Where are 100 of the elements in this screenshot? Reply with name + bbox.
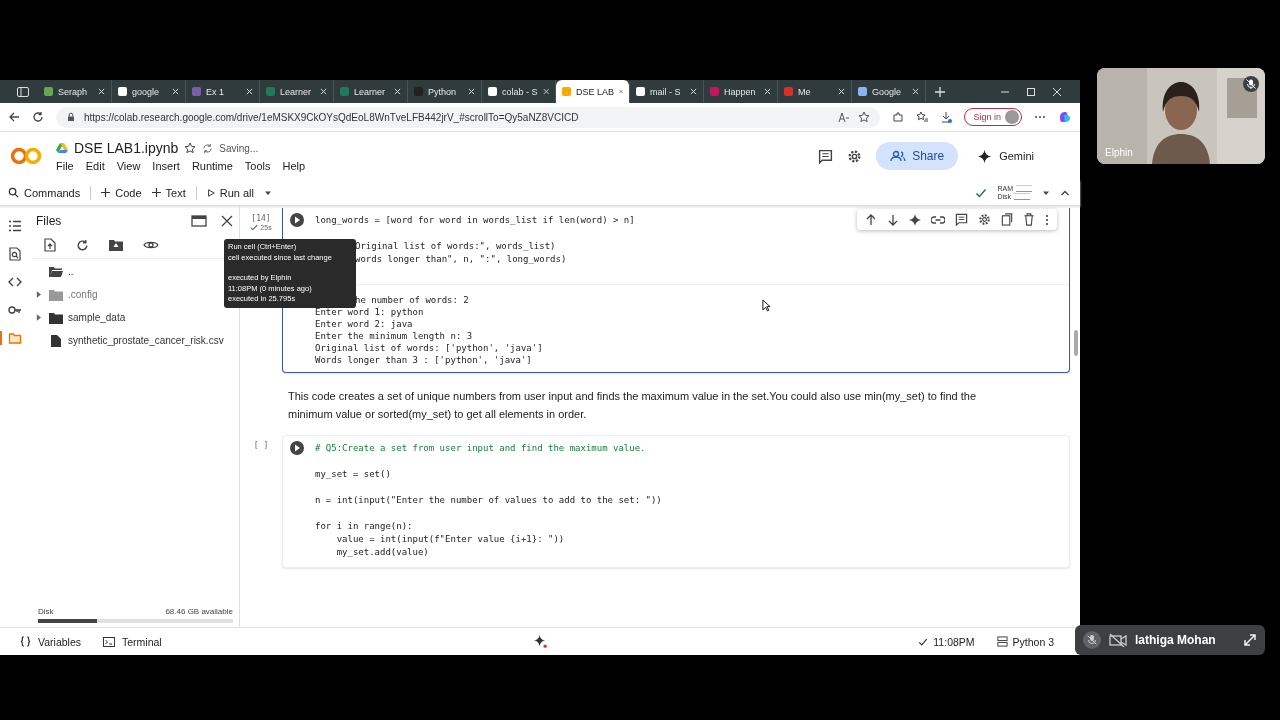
comment-icon[interactable]: [955, 213, 968, 226]
reload-icon[interactable]: [32, 111, 44, 123]
commands-button[interactable]: Commands: [8, 186, 81, 199]
menu-item[interactable]: View: [116, 160, 141, 172]
read-aloud-icon[interactable]: [838, 111, 851, 123]
code-line: Original list of words:", words_list): [355, 240, 556, 253]
star-icon[interactable]: [184, 142, 197, 154]
variables-button[interactable]: Variables: [20, 635, 81, 648]
participant-name: Elphin: [1105, 147, 1133, 158]
add-text-button[interactable]: Text: [151, 186, 186, 199]
delete-icon[interactable]: [1023, 213, 1035, 226]
mic-off-icon[interactable]: [1083, 631, 1101, 649]
browser-tab[interactable]: Learner: [334, 80, 408, 103]
browser-tab[interactable]: DSE LAB: [556, 80, 630, 103]
new-tab-icon[interactable]: [934, 85, 946, 98]
browser-tab[interactable]: google: [112, 80, 186, 103]
tab-actions-icon[interactable]: [16, 84, 30, 99]
link-icon[interactable]: [931, 215, 945, 224]
extensions-icon[interactable]: [892, 111, 905, 123]
expand-arrow-icon[interactable]: [36, 291, 41, 298]
browser-tab[interactable]: Google: [852, 80, 926, 103]
terminal-button[interactable]: Terminal: [103, 635, 162, 648]
add-code-button[interactable]: Code: [101, 186, 142, 199]
drive-folder-icon[interactable]: [109, 239, 123, 251]
browser-tab[interactable]: Ex 1: [186, 80, 260, 103]
braces-icon: [20, 636, 31, 647]
file-name[interactable]: .config: [68, 289, 98, 300]
camera-off-icon[interactable]: [1109, 633, 1127, 647]
execution-count: [14]: [251, 214, 271, 223]
copilot-icon[interactable]: [1058, 110, 1072, 124]
favorites-icon[interactable]: [916, 111, 929, 123]
star-icon[interactable]: [858, 111, 871, 123]
participant-name: lathiga Mohan: [1135, 633, 1216, 647]
code-comment: # Q5:Create a set from user input and find the maximum value.: [315, 442, 646, 455]
mirror-cell-icon[interactable]: [1001, 213, 1013, 226]
refresh-icon[interactable]: [76, 238, 89, 252]
comment-icon[interactable]: [818, 148, 834, 164]
last-run-time[interactable]: 11:08PM: [918, 635, 975, 648]
file-name[interactable]: ..: [68, 266, 74, 277]
browser-tab[interactable]: Happen: [704, 80, 778, 103]
menu-item[interactable]: File: [56, 160, 74, 172]
scrollbar[interactable]: [1074, 330, 1078, 356]
menu-item[interactable]: Runtime: [191, 160, 233, 172]
code-line: long_words = [word for word in words_list if len(word) > n]: [315, 214, 635, 227]
eye-icon[interactable]: [143, 240, 159, 250]
download-icon[interactable]: [940, 111, 953, 123]
run-cell-icon[interactable]: [289, 212, 305, 228]
code-line: words longer than", n, ":", long_words): [355, 253, 567, 266]
back-icon[interactable]: [8, 111, 20, 123]
file-icon: [49, 334, 63, 347]
menu-item[interactable]: Insert: [152, 160, 180, 172]
file-name[interactable]: synthetic_prostate_cancer_risk.csv: [68, 335, 224, 346]
sparkle-icon[interactable]: [909, 213, 921, 226]
menu-item[interactable]: Help: [282, 160, 306, 172]
notebook-title[interactable]: DSE LAB1.ipynb: [74, 140, 179, 156]
open-in-window-icon[interactable]: [191, 215, 207, 227]
expand-icon[interactable]: [1243, 633, 1257, 647]
more-icon[interactable]: [1045, 213, 1049, 226]
upload-icon[interactable]: [44, 238, 56, 252]
gemini-button[interactable]: Gemini: [972, 148, 1040, 164]
sign-in-button[interactable]: Sign in: [964, 108, 1022, 126]
share-button[interactable]: Share: [876, 142, 959, 170]
run-all-button[interactable]: Run all: [206, 186, 254, 199]
people-icon: [890, 150, 907, 162]
browser-tab[interactable]: Python: [408, 80, 482, 103]
run-cell-icon[interactable]: [289, 440, 305, 456]
check-icon: [918, 636, 929, 647]
move-down-icon[interactable]: [887, 213, 899, 226]
menu-item[interactable]: Tools: [244, 160, 271, 172]
execution-count: [ ]: [253, 441, 269, 450]
output-line: Enter word 1: python: [315, 306, 424, 318]
move-up-icon[interactable]: [865, 213, 877, 226]
menu-item[interactable]: Edit: [85, 160, 105, 172]
settings-icon[interactable]: [847, 148, 863, 164]
gemini-icon[interactable]: [533, 635, 547, 648]
browser-tab[interactable]: Seraph: [38, 80, 112, 103]
address-bar[interactable]: https://colab.research.google.com/drive/1eMSKX9CkOYsQdEoL8WnTveLFB442jrV_#scrollTo=Qy5aNZ8VCICD: [56, 106, 881, 128]
expand-arrow-icon[interactable]: [36, 314, 41, 321]
settings-icon[interactable]: [978, 213, 991, 226]
output-line: Enter the minimum length n: 3: [315, 330, 473, 342]
folder-icon: [49, 265, 63, 278]
colab-logo[interactable]: [10, 146, 42, 166]
plus-icon: [101, 188, 111, 197]
browser-tab[interactable]: mail - S: [630, 80, 704, 103]
output-line: Enter word 2: java: [315, 318, 413, 330]
output-line: Words longer than 3 : ['python', 'java']: [315, 354, 532, 366]
runtime-status[interactable]: Python 3: [996, 635, 1054, 648]
code-line: n = int(input("Enter the number of values to add to the set: ")): [315, 494, 662, 507]
browser-tab[interactable]: Me: [778, 80, 852, 103]
mouse-cursor-icon: [762, 299, 771, 312]
lock-icon[interactable]: [66, 112, 76, 122]
terminal-icon: [103, 636, 115, 647]
close-icon[interactable]: [221, 215, 233, 227]
server-icon: [996, 636, 1008, 647]
file-name[interactable]: sample_data: [68, 312, 126, 323]
code-line: my_set.add(value): [335, 546, 429, 559]
output-line: Original list of words: ['python', 'java']: [315, 342, 543, 354]
drive-icon[interactable]: [56, 143, 68, 153]
maximize-icon[interactable]: [1026, 86, 1036, 97]
browser-tab[interactable]: Learner: [260, 80, 334, 103]
